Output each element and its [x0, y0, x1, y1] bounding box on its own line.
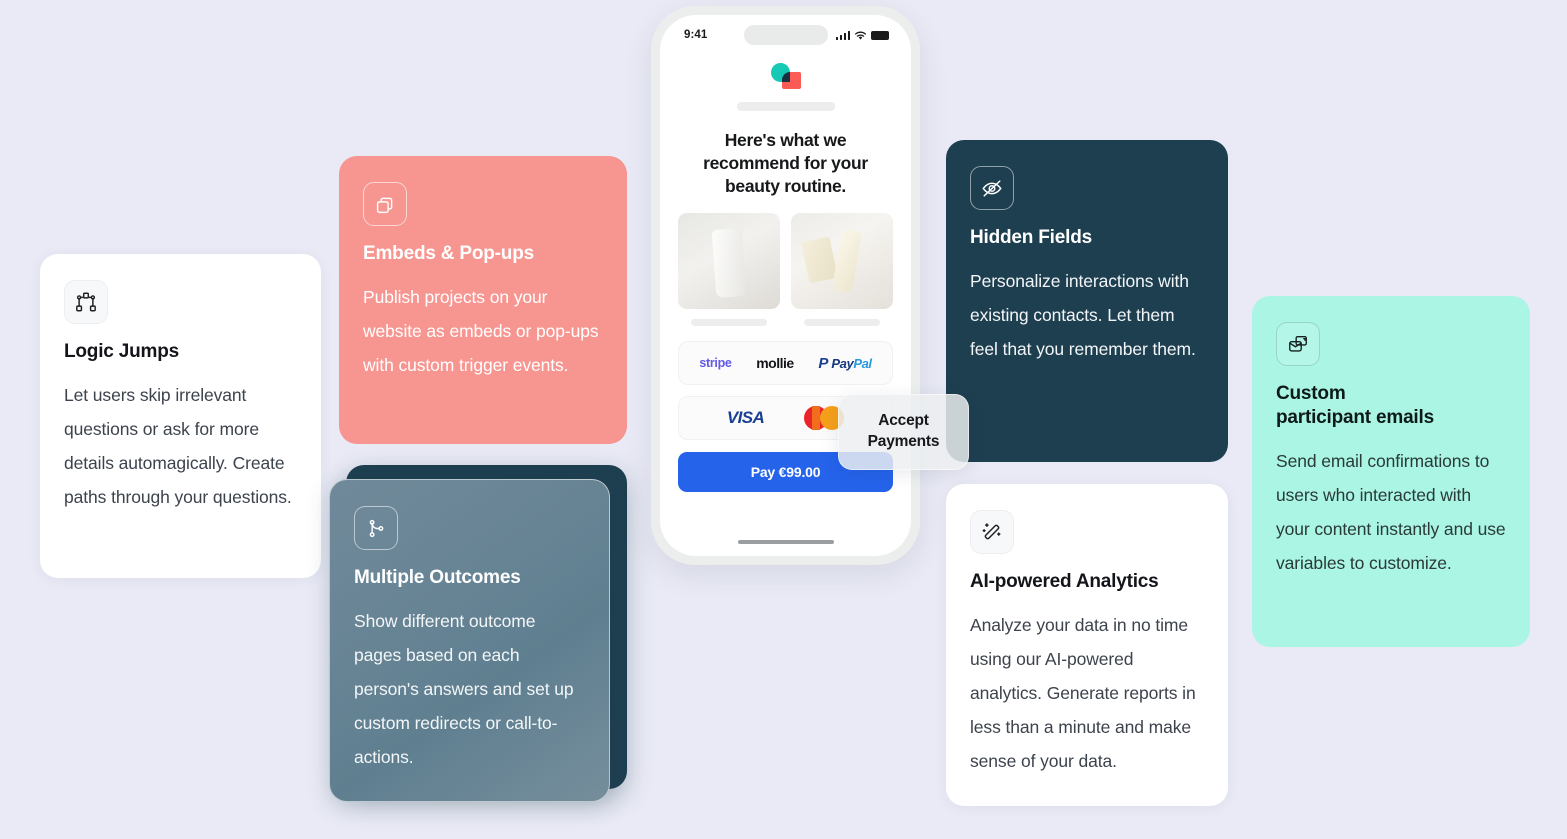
- product-item[interactable]: [791, 213, 893, 327]
- battery-full-icon: [871, 30, 889, 40]
- card-body: Send email confirmations to users who in…: [1276, 450, 1506, 573]
- card-title: Custom participant emails: [1276, 382, 1506, 430]
- card-body: Show different outcome pages based on ea…: [354, 610, 574, 768]
- feature-card-embeds-popups[interactable]: Embeds & Pop-ups Publish projects on you…: [339, 156, 627, 444]
- brand-logo-icon: [769, 63, 803, 89]
- paypal-mark-icon: P: [818, 354, 829, 372]
- card-front-glass-layer[interactable]: Multiple Outcomes Show different outcome…: [329, 479, 610, 802]
- product-image-2: [791, 213, 893, 310]
- paypal-label-pal: Pal: [853, 355, 872, 371]
- badge-line-1: Accept: [878, 412, 929, 430]
- cellular-bars-icon: [835, 30, 850, 40]
- product-item[interactable]: [678, 213, 780, 327]
- card-body: Let users skip irrelevant questions or a…: [64, 384, 292, 508]
- copy-stack-icon: [363, 182, 407, 226]
- badge-line-2: Payments: [867, 433, 940, 450]
- phone-headline: Here's what we recommend for your beauty…: [703, 130, 868, 196]
- payment-providers-row: stripe mollie P PayPal: [678, 341, 893, 386]
- phone-mockup: 9:41 Here's what we recommend for your b…: [651, 6, 920, 565]
- paypal-logo: P PayPal: [818, 354, 872, 372]
- status-time: 9:41: [684, 29, 708, 41]
- feature-card-ai-powered-analytics[interactable]: AI-powered Analytics Analyze your data i…: [946, 484, 1228, 806]
- card-title-line-1: Custom: [1276, 383, 1346, 404]
- card-body: Publish projects on your website as embe…: [363, 286, 599, 375]
- wifi-icon: [854, 31, 867, 40]
- product-image-1: [678, 213, 780, 310]
- accept-payments-badge: Accept Payments: [838, 394, 969, 470]
- feature-card-custom-participant-emails[interactable]: Custom participant emails Send email con…: [1252, 296, 1530, 647]
- node-path-icon: [64, 280, 108, 324]
- title-placeholder-bar: [736, 102, 835, 111]
- git-branch-icon: [354, 506, 398, 550]
- product-row: [678, 213, 893, 327]
- mail-stack-icon: [1276, 322, 1320, 366]
- home-indicator: [737, 540, 834, 544]
- phone-screen: 9:41 Here's what we recommend for your b…: [660, 15, 911, 556]
- magic-wand-icon: [970, 510, 1014, 554]
- paypal-label-pay: Pay: [831, 355, 854, 371]
- feature-card-hidden-fields[interactable]: Hidden Fields Personalize interactions w…: [946, 140, 1228, 462]
- product-caption-placeholder: [804, 319, 880, 327]
- visa-logo: VISA: [726, 408, 765, 428]
- card-title-line-2: participant emails: [1276, 406, 1434, 428]
- card-title: Logic Jumps: [64, 341, 179, 362]
- card-title: Multiple Outcomes: [354, 567, 521, 588]
- mollie-logo: mollie: [756, 355, 794, 372]
- dynamic-island: [743, 25, 828, 45]
- product-caption-placeholder: [691, 319, 767, 327]
- feature-card-multiple-outcomes[interactable]: Multiple Outcomes Show different outcome…: [329, 465, 627, 802]
- card-body: Analyze your data in no time using our A…: [970, 614, 1196, 772]
- eye-off-icon: [970, 166, 1014, 210]
- stripe-logo: stripe: [699, 356, 732, 371]
- card-title: Embeds & Pop-ups: [363, 243, 534, 264]
- card-title: AI-powered Analytics: [970, 571, 1159, 592]
- feature-card-logic-jumps[interactable]: Logic Jumps Let users skip irrelevant qu…: [40, 254, 321, 578]
- status-indicators: [835, 30, 889, 41]
- card-body: Personalize interactions with existing c…: [970, 270, 1196, 359]
- card-title: Hidden Fields: [970, 227, 1092, 248]
- accept-payments-label: Accept Payments: [868, 411, 940, 453]
- feature-cards-stage: Logic Jumps Let users skip irrelevant qu…: [0, 0, 1567, 839]
